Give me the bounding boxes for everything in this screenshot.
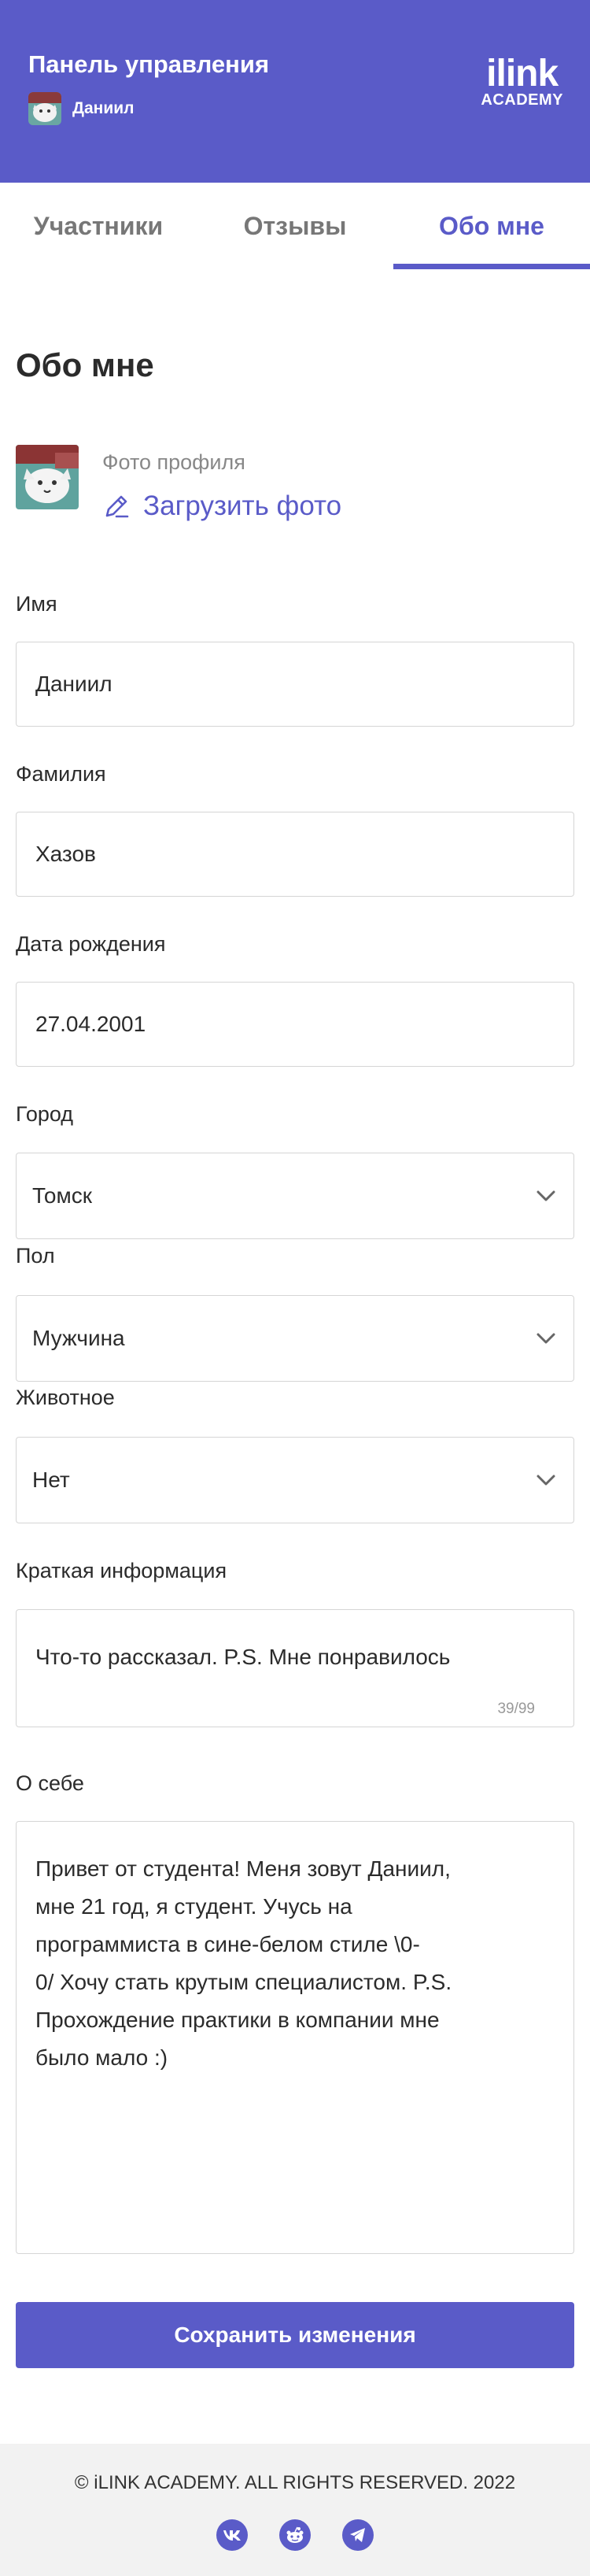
short-info-value: Что-то рассказал. P.S. Мне понравилось: [35, 1645, 451, 1669]
header: Панель управления Даниил ilink ACADEMY: [0, 0, 590, 183]
about-line: мне 21 год, я студент. Учусь на: [35, 1894, 352, 1919]
city-label: Город: [16, 1102, 74, 1126]
about-line: было мало :): [35, 2045, 168, 2070]
city-select[interactable]: Томск: [16, 1153, 574, 1239]
first-name-label: Имя: [16, 592, 57, 616]
chevron-down-icon: [537, 1475, 555, 1486]
last-name-value: Хазов: [35, 842, 96, 866]
pet-value: Нет: [32, 1468, 70, 1492]
birth-date-field[interactable]: 27.04.2001: [16, 982, 574, 1067]
page-title: Панель управления: [28, 50, 270, 78]
short-info-textarea[interactable]: Что-то рассказал. P.S. Мне понравилось: [16, 1609, 574, 1727]
pet-select[interactable]: Нет: [16, 1437, 574, 1523]
copyright-text: © iLINK ACADEMY. ALL RIGHTS RESERVED. 20…: [74, 2472, 516, 2493]
ilink-academy-logo[interactable]: ilink ACADEMY: [481, 53, 563, 109]
last-name-label: Фамилия: [16, 762, 106, 786]
about-textarea[interactable]: Привет от студента! Меня зовут Даниил, м…: [16, 1821, 574, 2254]
save-button[interactable]: Сохранить изменения: [16, 2302, 574, 2368]
section-title: Обо мне: [16, 346, 154, 383]
telegram-icon[interactable]: [342, 2519, 374, 2551]
about-line: 0/ Хочу стать крутым специалистом. P.S.: [35, 1970, 452, 1994]
first-name-field[interactable]: Даниил: [16, 642, 574, 727]
first-name-value: Даниил: [35, 672, 112, 696]
tab-about-me[interactable]: Обо мне: [393, 183, 590, 269]
gender-select[interactable]: Мужчина: [16, 1295, 574, 1382]
city-value: Томск: [32, 1183, 92, 1208]
tab-reviews[interactable]: Отзывы: [197, 183, 393, 269]
social-links: [0, 2519, 590, 2551]
about-line: Прохождение практики в компании мне: [35, 2008, 440, 2032]
pencil-icon: [105, 495, 129, 518]
last-name-field[interactable]: Хазов: [16, 812, 574, 897]
logo-main: ilink: [486, 53, 559, 94]
char-counter: 39/99: [497, 1701, 535, 1717]
birth-date-label: Дата рождения: [16, 932, 166, 956]
photo-label: Фото профиля: [102, 450, 245, 474]
pet-label: Животное: [16, 1386, 115, 1409]
upload-photo-button[interactable]: Загрузить фото: [102, 490, 341, 522]
user-info[interactable]: Даниил: [28, 91, 134, 126]
gender-value: Мужчина: [32, 1326, 125, 1350]
tabs: Участники Отзывы Обо мне: [0, 183, 590, 269]
short-info-label: Краткая информация: [16, 1559, 227, 1582]
upload-photo-label: Загрузить фото: [143, 490, 342, 521]
profile-photo: [16, 445, 79, 509]
tab-participants[interactable]: Участники: [0, 183, 197, 269]
gender-label: Пол: [16, 1244, 55, 1268]
chevron-down-icon: [537, 1333, 555, 1344]
birth-date-value: 27.04.2001: [35, 1012, 146, 1036]
user-name: Даниил: [72, 99, 135, 117]
logo-sub: ACADEMY: [481, 91, 563, 109]
avatar: [28, 92, 61, 125]
about-label: О себе: [16, 1771, 84, 1795]
chevron-down-icon: [537, 1190, 555, 1201]
reddit-icon[interactable]: [279, 2519, 311, 2551]
about-line: Привет от студента! Меня зовут Даниил,: [35, 1856, 451, 1881]
vk-icon[interactable]: [216, 2519, 248, 2551]
about-line: программиста в сине-белом стиле \0-: [35, 1932, 420, 1956]
footer: © iLINK ACADEMY. ALL RIGHTS RESERVED. 20…: [0, 2444, 590, 2576]
